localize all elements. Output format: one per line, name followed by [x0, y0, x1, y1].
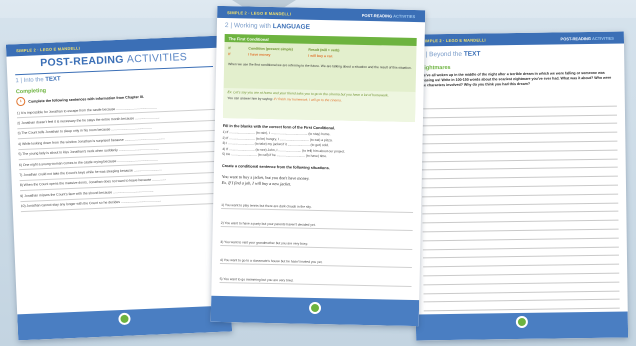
page-number-dot [308, 301, 322, 315]
page-title-main: POST-READING [39, 53, 124, 70]
worksheet-page-working-with-language: SIMPLE 2 · LEGO E MANDELLI POST-READING … [210, 5, 426, 327]
grammar-example-box: Ex. Let's say you are at home and your f… [222, 88, 416, 123]
worksheet-page-beyond-the-text: SIMPLE 2 · LEGO E MANDELLI POST-READING … [411, 31, 629, 341]
header-section-accent: ACTIVITIES [591, 35, 614, 41]
completion-items: 1) It is impossible for Jonathan to esca… [16, 99, 219, 213]
grammar-col-condition: Condition (present simple) [248, 46, 293, 52]
grammar-explanation: When we use the first conditional we are… [228, 62, 412, 70]
writing-line[interactable] [423, 299, 620, 312]
worksheet-page-into-the-text: SIMPLE 2 · LEGO E MANDELLI POST-READING … [5, 35, 233, 341]
header-section: POST-READING ACTIVITIES [560, 35, 614, 41]
page-header: SIMPLE 2 · LEGO E MANDELLI POST-READING … [411, 31, 625, 47]
fill-in-items: 1) If ............................ (to r… [222, 130, 415, 162]
create-instruction: Create a conditional sentence from the f… [221, 163, 330, 171]
section-bold: LANGUAGE [272, 23, 311, 31]
page-title-light: ACTIVITIES [126, 51, 188, 66]
section-bold: TEXT [45, 76, 61, 83]
header-section-accent: ACTIVITIES [393, 13, 416, 19]
section-heading: 3 | Beyond the TEXT [420, 51, 480, 59]
page-footer [415, 311, 629, 341]
grammar-box-title: The First Conditional [224, 34, 417, 47]
section-pre: Beyond the [429, 50, 463, 59]
grammar-cell-result: I will buy a car. [308, 53, 334, 59]
example-answer-lead: You can answer him by saying: [227, 95, 273, 101]
instruction-text: Complete the following sentences with in… [28, 94, 144, 104]
section-heading: 1 | Into the TEXT [15, 76, 61, 85]
situation-item[interactable]: 5) You want to go swimming but you are v… [219, 264, 412, 287]
writing-prompt: We've all woken up in the middle of the … [420, 70, 612, 88]
grammar-cell-if: If [228, 52, 231, 57]
task-number-badge: 1 [16, 96, 26, 107]
create-example-answer: Ex. If I find a job, I will buy a new ja… [221, 179, 292, 187]
grammar-cell-condition: I have money [248, 52, 271, 57]
section-bold: TEXT [463, 50, 481, 58]
section-pre: Working with [233, 22, 272, 30]
grammar-col-result: Result (will + verb) [308, 47, 340, 53]
writing-lines[interactable] [420, 97, 620, 312]
header-section: POST-READING ACTIVITIES [362, 12, 416, 18]
header-section-label: POST-READING [361, 12, 393, 19]
header-brand: SIMPLE 2 · LEGO E MANDELLI [421, 36, 486, 43]
page-number-dot [118, 312, 131, 326]
subheading-completing: Completing [15, 87, 47, 96]
section-number: 1 [15, 78, 19, 85]
page-header: SIMPLE 2 · LEGO E MANDELLI POST-READING … [217, 5, 426, 23]
page-footer [210, 295, 420, 327]
header-brand: SIMPLE 2 · LEGO E MANDELLI [16, 45, 81, 53]
header-section-label: POST-READING [560, 35, 591, 41]
example-answer: If I finish my homework, I will go to th… [273, 96, 342, 103]
grammar-col-if: If [228, 46, 231, 51]
section-pre: Into the [23, 77, 44, 84]
page-number-dot [515, 315, 528, 329]
grammar-box-first-conditional: The First Conditional If Condition (prese… [222, 34, 417, 123]
grammar-table-row: If I have money I will buy a car. [228, 52, 333, 58]
section-number: 2 [224, 22, 229, 30]
situation-items: 1) You want to play tennis but there are… [219, 189, 414, 287]
section-heading: 2 | Working with LANGUAGE [224, 22, 311, 31]
subheading-nightmares: Nightmares [420, 64, 451, 72]
header-brand: SIMPLE 2 · LEGO E MANDELLI [227, 9, 292, 16]
